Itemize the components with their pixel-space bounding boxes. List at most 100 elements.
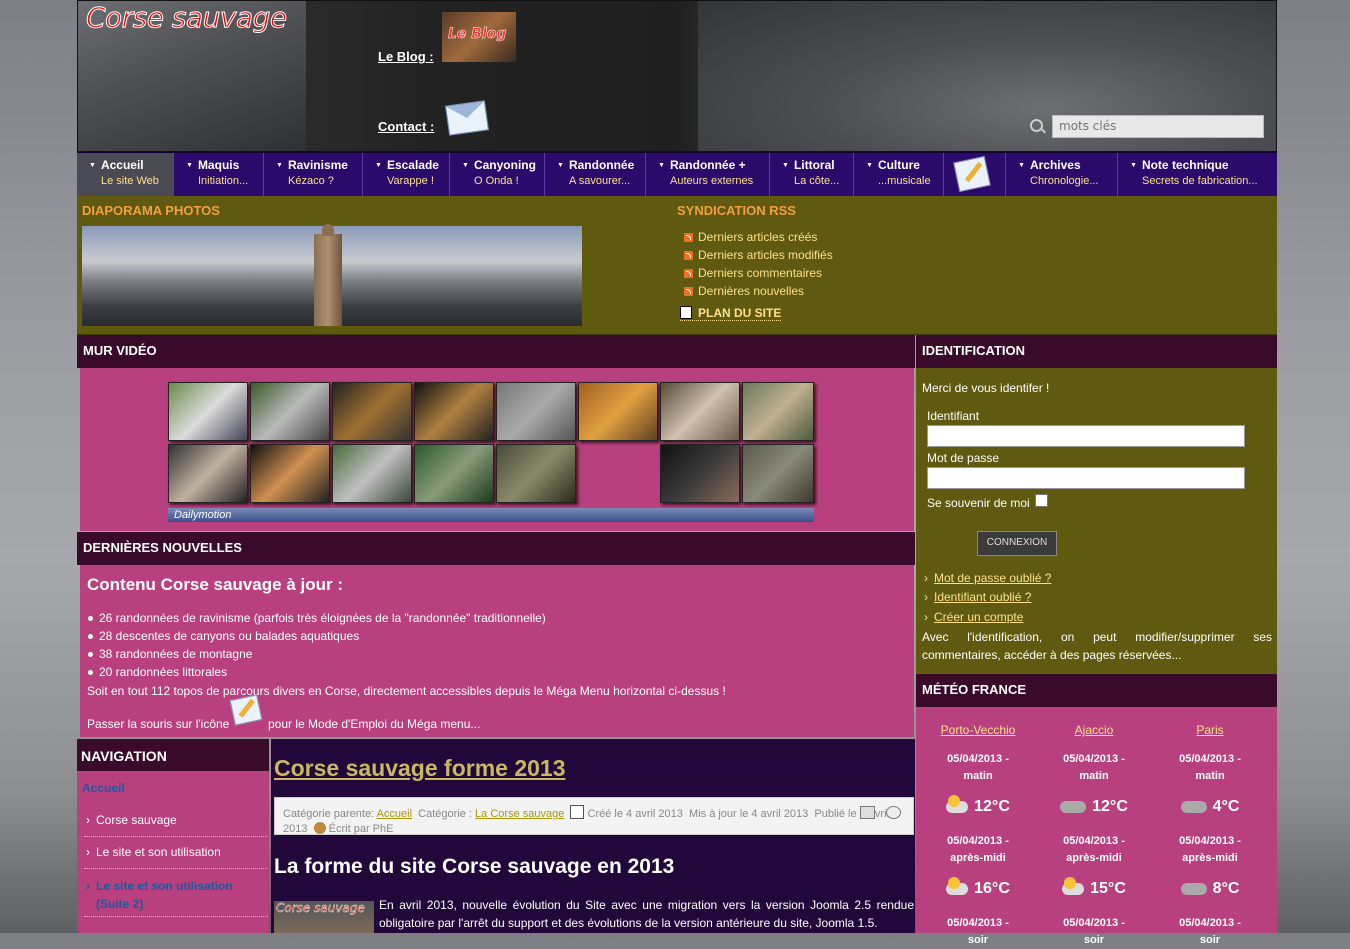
video-thumb[interactable] [250,382,330,441]
identification-text: Avec l'identification, on peut modifier/… [922,630,1272,662]
mur-video-title: MUR VIDÉO [77,335,915,368]
site-logo[interactable]: Corse sauvage [86,1,288,35]
nouvelles-heading: Contenu Corse sauvage à jour : [87,575,343,594]
menu-help[interactable] [944,153,1006,197]
menu-item-escalade[interactable]: EscaladeVarappe ! [363,153,450,197]
video-thumb[interactable] [168,444,248,503]
password-field[interactable] [927,467,1245,489]
bell-tower [314,224,342,326]
video-thumb[interactable] [660,382,740,441]
calendar-icon [570,805,585,819]
page: Corse sauvage Le Blog : Le Blog Contact … [77,0,1277,946]
help-text-before: Passer la souris sur l'icône [87,717,230,731]
video-thumb[interactable] [332,382,412,441]
diaporama-image[interactable] [82,224,582,326]
video-thumb[interactable] [168,382,248,441]
menu-item-littoral[interactable]: LittoralLa côte... [770,153,854,197]
rss-item[interactable]: Derniers articles modifiés [684,246,833,264]
blog-link[interactable]: Le Blog : [378,49,434,64]
list-item: 20 randonnées littorales [87,663,546,681]
identification-intro: Merci de vous identifer ! [922,381,1050,395]
video-thumb[interactable] [496,382,576,441]
identification-panel: Merci de vous identifer ! Identifiant Mo… [916,368,1277,674]
author-icon [313,822,326,834]
navigation-list: Accueil Corse sauvage Le site et son uti… [77,771,269,933]
print-icon[interactable] [860,806,875,819]
dailymotion-bar[interactable]: Dailymotion [168,508,814,522]
video-thumb[interactable] [578,382,658,441]
remember-label: Se souvenir de moi [927,496,1030,510]
video-thumb[interactable] [742,382,814,441]
menu-item-accueil[interactable]: AccueilLe site Web [77,153,174,197]
identification-title: IDENTIFICATION [916,335,1277,368]
site-plan-link[interactable]: PLAN DU SITE [680,306,782,321]
menu-item-note-technique[interactable]: Note techniqueSecrets de fabrication... [1118,153,1277,197]
city-link[interactable]: Ajaccio [1036,723,1152,737]
rss-item[interactable]: Dernières nouvelles [684,282,833,300]
rain-icon [1060,800,1087,813]
nav-item-accueil[interactable]: Accueil [82,781,125,795]
video-thumb[interactable] [496,444,576,503]
sun-cloud-icon [1062,876,1085,895]
video-thumb[interactable] [414,444,494,503]
article: Corse sauvage forme 2013 Catégorie paren… [271,739,915,933]
article-heading: La forme du site Corse sauvage en 2013 [274,855,675,878]
city-link[interactable]: Porto-Vecchio [920,723,1036,737]
menu-item-randonnee[interactable]: RandonnéeA savourer... [545,153,646,197]
category-link[interactable]: La Corse sauvage [475,808,564,820]
video-thumb[interactable] [414,382,494,441]
blog-thumbnail[interactable]: Le Blog [441,11,517,63]
menu-item-maquis[interactable]: MaquisInitiation... [174,153,264,197]
nav-item[interactable]: Corse sauvage [84,813,268,837]
article-title[interactable]: Corse sauvage forme 2013 [274,755,566,782]
video-thumb[interactable] [742,444,814,503]
edit-pencil-icon[interactable] [229,694,263,726]
email-icon[interactable] [886,806,901,819]
help-text-after: pour le Mode d'Emploi du Méga menu... [268,717,481,731]
menu-item-ravinisme[interactable]: RavinismeKézaco ? [264,153,363,197]
meteo-city-column: Ajaccio 05/04/2013 - matin 12°C 05/04/201… [1036,723,1152,949]
nouvelles-list: 26 randonnées de ravinisme (parfois très… [87,609,546,681]
rss-item[interactable]: Derniers articles créés [684,228,833,246]
sun-cloud-icon [946,876,969,895]
meteo-panel: Porto-Vecchio 05/04/2013 - matin 12°C 05/… [916,707,1277,946]
rss-icon [684,287,693,296]
nav-item[interactable]: Le site et son utilisation [84,845,268,869]
login-button[interactable]: CONNEXION [977,531,1057,556]
meteo-city-column: Paris 05/04/2013 - matin 4°C 05/04/2013 -… [1152,723,1268,949]
username-field[interactable] [927,425,1245,447]
sitemap-icon [680,306,692,319]
username-label: Identifiant [927,409,980,423]
rss-list: Derniers articles créés Derniers article… [684,228,833,300]
password-label: Mot de passe [927,451,1000,465]
sun-cloud-icon [946,794,969,813]
diaporama-title: DIAPORAMA PHOTOS [82,203,220,218]
cloud-icon [1180,800,1207,813]
menu-item-culture[interactable]: Culture...musicale [854,153,944,197]
cloud-icon [1180,882,1207,895]
parent-category-link[interactable]: Accueil [377,808,412,820]
contact-link[interactable]: Contact : [378,119,434,134]
video-thumb[interactable] [332,444,412,503]
navigation-title: NAVIGATION [77,739,269,771]
create-account-link[interactable]: Créer un compte [924,610,1023,624]
menu-item-randonnee-plus[interactable]: Randonnée +Auteurs externes [646,153,770,197]
menu-item-archives[interactable]: ArchivesChronologie... [1006,153,1118,197]
city-link[interactable]: Paris [1152,723,1268,737]
forgot-password-link[interactable]: Mot de passe oublié ? [924,571,1051,585]
list-item: 26 randonnées de ravinisme (parfois très… [87,609,546,627]
blog-thumb-text: Le Blog [448,26,507,43]
meteo-title: MÉTÉO FRANCE [916,674,1277,707]
menu-item-canyoning[interactable]: CanyoningO Onda ! [450,153,545,197]
rss-item[interactable]: Derniers commentaires [684,264,833,282]
remember-checkbox[interactable] [1035,494,1048,507]
video-thumb[interactable] [250,444,330,503]
search-input[interactable] [1053,116,1265,135]
forgot-username-link[interactable]: Identifiant oublié ? [924,590,1031,604]
nouvelles-panel: Contenu Corse sauvage à jour : 26 randon… [80,565,914,737]
mail-icon[interactable] [445,100,489,136]
video-thumb[interactable] [660,444,740,503]
article-text: En avril 2013, nouvelle évolution du Sit… [379,898,914,930]
nav-item[interactable]: Le site et son utilisation (Suite 2) [84,877,268,917]
list-item: 28 descentes de canyons ou balades aquat… [87,627,546,645]
